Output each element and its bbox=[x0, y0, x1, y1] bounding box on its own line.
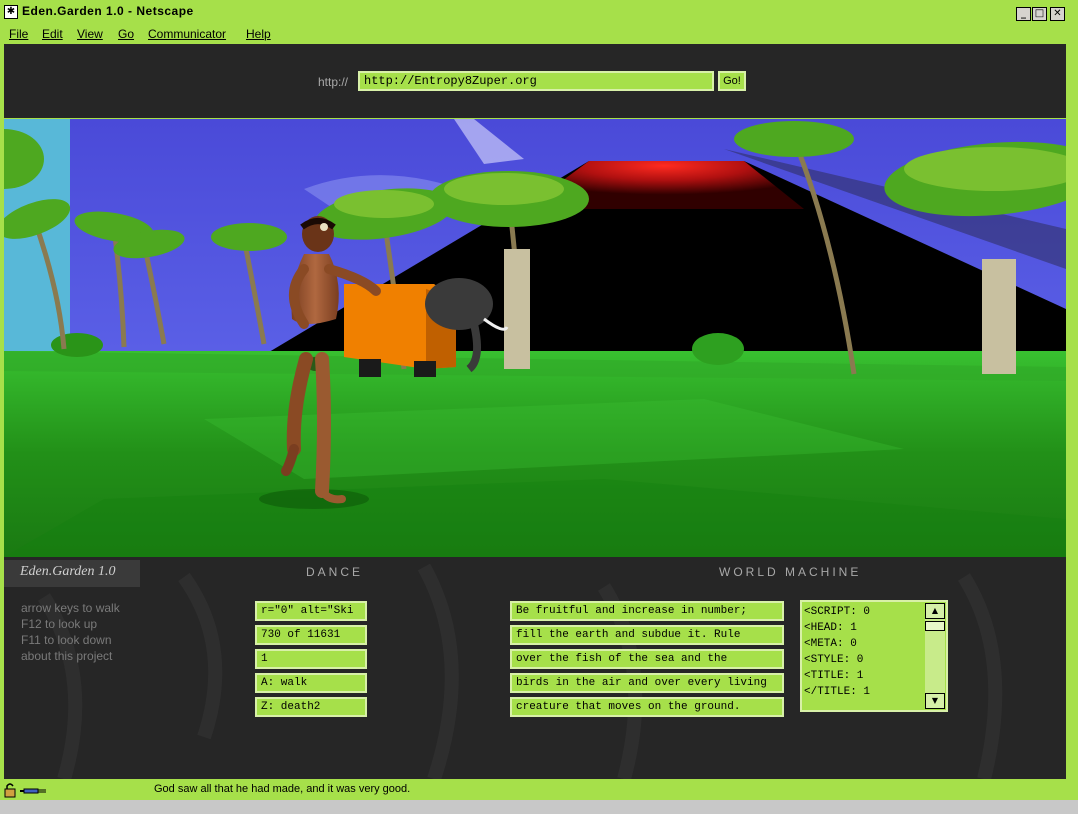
tag-count-item: <STYLE: 0 bbox=[804, 654, 864, 666]
world-machine-tag-list[interactable]: <SCRIPT: 0 <HEAD: 1 <META: 0 <STYLE: 0 <… bbox=[800, 600, 948, 712]
status-field-alt[interactable]: r="0" alt="Ski bbox=[255, 601, 367, 621]
connection-plug-icon[interactable] bbox=[20, 788, 46, 794]
menu-help[interactable]: Help bbox=[246, 27, 271, 41]
status-icons bbox=[4, 783, 46, 798]
help-look-up: F12 to look up bbox=[21, 617, 98, 631]
logo-text: Eden.Garden 1.0 bbox=[20, 564, 116, 579]
status-field-number[interactable]: 1 bbox=[255, 649, 367, 669]
tag-count-item: <META: 0 bbox=[804, 638, 857, 650]
control-panel: Eden.Garden 1.0 DANCE WORLD MACHINE arro… bbox=[4, 557, 1066, 779]
minimize-button[interactable]: _ bbox=[1016, 7, 1031, 21]
tag-count-lines: <SCRIPT: 0 <HEAD: 1 <META: 0 <STYLE: 0 <… bbox=[804, 604, 870, 700]
help-look-down: F11 to look down bbox=[21, 633, 112, 647]
desktop-strip bbox=[0, 800, 1078, 814]
status-field-count[interactable]: 730 of 11631 bbox=[255, 625, 367, 645]
about-project-link[interactable]: about this project bbox=[21, 649, 112, 663]
go-button[interactable]: Go! bbox=[718, 71, 746, 91]
menu-go[interactable]: Go bbox=[118, 27, 134, 41]
verse-line-4[interactable]: birds in the air and over every living bbox=[510, 673, 784, 693]
help-walk: arrow keys to walk bbox=[21, 601, 120, 615]
scroll-down-arrow-icon[interactable]: ▼ bbox=[925, 693, 945, 709]
status-message: God saw all that he had made, and it was… bbox=[154, 783, 411, 795]
status-field-key-a[interactable]: A: walk bbox=[255, 673, 367, 693]
maximize-button[interactable]: □ bbox=[1032, 7, 1047, 21]
window-title: Eden.Garden 1.0 - Netscape bbox=[22, 4, 194, 18]
menu-communicator[interactable]: Communicator bbox=[148, 27, 226, 41]
eden-garden-logo: Eden.Garden 1.0 bbox=[4, 560, 140, 587]
world-machine-heading: WORLD MACHINE bbox=[719, 565, 862, 579]
scroll-up-arrow-icon[interactable]: ▲ bbox=[925, 603, 945, 619]
menu-bar: File Edit View Go Communicator Help bbox=[0, 25, 1078, 43]
scroll-thumb[interactable] bbox=[925, 621, 945, 631]
garden-scene-illustration bbox=[4, 119, 1066, 557]
tag-count-item: </TITLE: 1 bbox=[804, 686, 871, 698]
address-bar: http:// http://Entropy8Zuper.org Go! bbox=[4, 44, 1066, 118]
title-bar[interactable]: ✱ Eden.Garden 1.0 - Netscape _ □ ✕ bbox=[0, 0, 1078, 24]
menu-file[interactable]: File bbox=[9, 27, 28, 41]
3d-garden-scene[interactable] bbox=[4, 119, 1066, 557]
netscape-icon[interactable]: ✱ bbox=[4, 5, 18, 19]
dance-heading: DANCE bbox=[306, 565, 364, 579]
tag-count-item: <HEAD: 1 bbox=[804, 622, 857, 634]
tag-count-item: <SCRIPT: 0 bbox=[804, 606, 871, 618]
tag-list-scrollbar[interactable]: ▲ ▼ bbox=[925, 603, 945, 709]
status-field-key-z[interactable]: Z: death2 bbox=[255, 697, 367, 717]
menu-edit[interactable]: Edit bbox=[42, 27, 63, 41]
verse-line-1[interactable]: Be fruitful and increase in number; bbox=[510, 601, 784, 621]
verse-line-3[interactable]: over the fish of the sea and the bbox=[510, 649, 784, 669]
verse-line-2[interactable]: fill the earth and subdue it. Rule bbox=[510, 625, 784, 645]
browser-window: ✱ Eden.Garden 1.0 - Netscape _ □ ✕ File … bbox=[0, 0, 1078, 800]
verse-line-5[interactable]: creature that moves on the ground. bbox=[510, 697, 784, 717]
security-lock-icon[interactable] bbox=[4, 783, 16, 798]
url-input[interactable]: http://Entropy8Zuper.org bbox=[358, 71, 714, 91]
status-bar: God saw all that he had made, and it was… bbox=[0, 780, 1078, 800]
url-prefix-label: http:// bbox=[318, 75, 349, 89]
menu-view[interactable]: View bbox=[77, 27, 103, 41]
tag-count-item: <TITLE: 1 bbox=[804, 670, 864, 682]
close-button[interactable]: ✕ bbox=[1050, 7, 1065, 21]
